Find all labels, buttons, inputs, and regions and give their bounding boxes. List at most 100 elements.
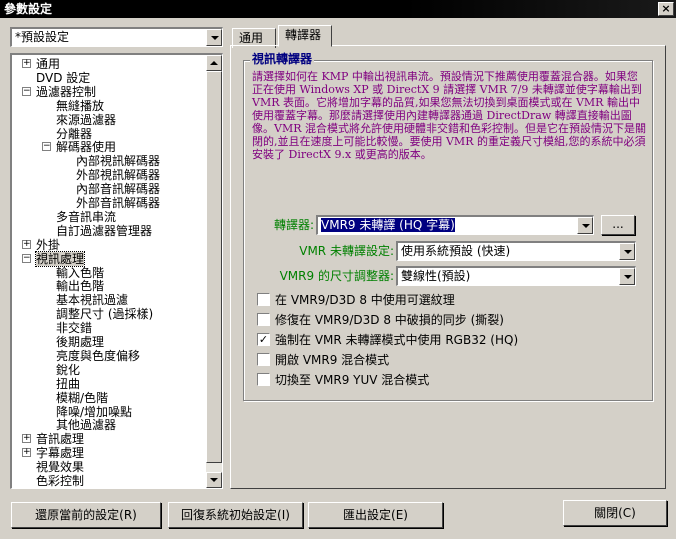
tree-item-label: 字幕處理 [36,446,85,461]
tree-item-label: 通用 [36,57,61,71]
close-icon[interactable]: × [658,2,674,16]
tree-item[interactable]: 輸出色階 [12,279,202,293]
tree-item[interactable]: 無縫播放 [12,99,202,113]
tree-item-label: 外部音訊解碼器 [76,196,161,210]
renderer-description: 請選擇如何在 KMP 中輸出視訊串流。預設情況下推薦使用覆蓋混合器。如果您正在使… [252,70,646,161]
expand-icon[interactable]: + [22,239,31,249]
tree-item-label: 調整尺寸 (過採樣) [56,307,154,322]
group-title: 視訊轉譯器 [250,52,315,66]
close-button[interactable]: 關閉(C) [563,500,667,526]
tree-item[interactable]: 內部視訊解碼器 [12,154,202,168]
tree-item[interactable]: 來源過濾器 [12,113,202,127]
tree-item[interactable]: DVD 設定 [12,71,202,85]
tree-item-label: 亮度與色度偏移 [56,348,141,363]
tree-item-label: 基本視訊過濾 [56,293,129,308]
tree-item-label: 外掛 [36,237,61,252]
vmr-setting-value: 使用系統預設 (快速) [401,244,511,258]
preset-dropdown[interactable]: *預設設定 [10,27,223,47]
tree-item-label: DVD 設定 [36,70,91,85]
tree-item-label: 來源過濾器 [56,112,117,127]
tree-item-label: 後期處理 [56,335,105,349]
vmr-setting-dropdown[interactable]: 使用系統預設 (快速) [396,241,636,261]
collapse-icon[interactable]: − [22,253,31,263]
scroll-thumb[interactable] [206,71,222,463]
tree-item[interactable]: 色彩控制 [12,474,202,488]
tree-item-label: 分離器 [56,126,93,141]
checkbox-box[interactable] [257,293,270,306]
tree-item-label: 無縫播放 [56,98,105,113]
tree-item[interactable]: 亮度與色度偏移 [12,349,202,363]
checkbox-box[interactable] [257,373,270,386]
resizer-label: VMR9 的尺寸調整器: [279,269,394,283]
tree-item[interactable]: 多音訊串流 [12,210,202,224]
resizer-dropdown[interactable]: 雙線性(預設) [396,266,636,286]
tree-item[interactable]: 扭曲 [12,377,202,391]
tree-item[interactable]: 銳化 [12,363,202,377]
tree-item-label: 過濾器控制 [36,84,97,99]
tree-item-label: 外部視訊解碼器 [76,168,161,183]
tab-renderer[interactable]: 轉譯器 [278,25,332,47]
vmr-setting-label: VMR 未轉譯設定: [299,244,394,258]
expand-icon[interactable]: + [22,59,31,68]
chevron-down-icon[interactable] [619,243,635,260]
window-title-bar: 參數設定 × [0,0,676,18]
window-title: 參數設定 [4,2,53,16]
tree-item-label: 其他過濾器 [56,418,117,433]
tree-item-label: 模糊/色階 [56,390,109,405]
checkbox-box[interactable]: ✓ [257,333,270,346]
tree-item[interactable]: 調整尺寸 (過採樣) [12,307,202,321]
tree-item[interactable]: + 字幕處理 [12,446,202,460]
tree-item-label: 輸出色階 [56,279,105,294]
tree-item[interactable]: 降噪/增加噪點 [12,405,202,419]
tree-item-label: 降噪/增加噪點 [56,404,133,419]
tree-item-label: 扭曲 [56,376,81,391]
expand-icon[interactable]: + [22,434,31,444]
tree-item-label: 輸入色階 [56,265,105,280]
tree-scrollbar[interactable] [206,55,222,488]
scroll-down-icon[interactable] [206,472,222,488]
tree-item[interactable]: 輸入色階 [12,266,202,280]
collapse-icon[interactable]: − [42,142,51,152]
reset-defaults-button[interactable]: 回復系統初始設定(I) [168,502,303,528]
renderer-value: VMR9 未轉譯 (HQ 字幕) [321,218,455,232]
export-settings-button[interactable]: 匯出設定(E) [308,502,443,528]
tree-item[interactable]: 內部音訊解碼器 [12,182,202,196]
tree-item[interactable]: 外部音訊解碼器 [12,196,202,210]
tree-item[interactable]: 視覺效果 [12,460,202,474]
tree-item[interactable]: − 過濾器控制 [12,85,202,99]
checkbox-box[interactable] [257,313,270,326]
renderer-more-button[interactable]: ... [601,215,635,235]
chevron-down-icon[interactable] [619,268,635,285]
renderer-label: 轉譯器: [273,218,314,232]
tree-item[interactable]: − 視訊處理 [12,250,202,267]
chevron-down-icon[interactable] [577,217,593,234]
settings-tree[interactable]: + 通用 DVD 設定 − 過濾器控制 無縫播放 來源過濾器 分離器 − 解碼器使用 內部視訊解碼器… [10,53,223,489]
scroll-up-icon[interactable] [206,55,222,71]
restore-button[interactable]: 還原當前的設定(R) [11,502,161,528]
tree-item-label: 自訂過濾器管理器 [56,223,153,238]
resizer-value: 雙線性(預設) [401,269,471,283]
chevron-down-icon[interactable] [206,29,222,46]
tree-item[interactable]: + 通用 [12,57,202,71]
tree-item[interactable]: 外部視訊解碼器 [12,168,202,182]
tree-item[interactable]: 非交錯 [12,321,202,335]
tree-item[interactable]: 基本視訊過濾 [12,293,202,307]
tree-item[interactable]: 後期處理 [12,335,202,349]
tree-item[interactable]: − 解碼器使用 [12,140,202,154]
tree-item-label: 非交錯 [56,321,93,336]
tree-item[interactable]: + 外掛 [12,238,202,252]
expand-icon[interactable]: + [22,448,31,458]
tree-item[interactable]: 模糊/色階 [12,391,202,405]
checkbox-box[interactable] [257,353,270,366]
tree-item[interactable]: + 音訊處理 [12,432,202,446]
renderer-dropdown[interactable]: VMR9 未轉譯 (HQ 字幕) [316,215,594,235]
tree-item[interactable]: 自訂過濾器管理器 [12,224,202,238]
tree-item[interactable]: 分離器 [12,127,202,141]
tree-item-label: 視訊處理 [34,250,86,267]
preset-value: *預設設定 [15,30,70,44]
tree-item-label: 多音訊串流 [56,209,117,224]
tree-item-label: 視覺效果 [36,460,85,475]
collapse-icon[interactable]: − [22,86,31,96]
tree-item[interactable]: 其他過濾器 [12,418,202,432]
tree-item-label: 解碼器使用 [56,140,117,155]
